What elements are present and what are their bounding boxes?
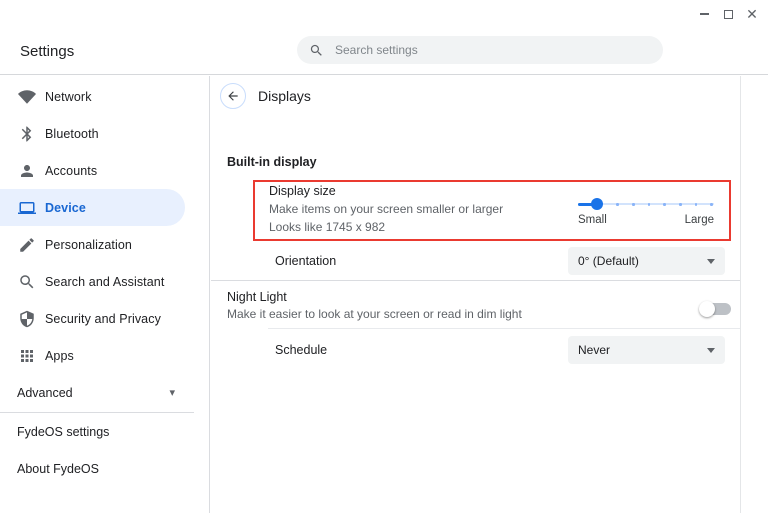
night-light-subtitle: Make it easier to look at your screen or… xyxy=(227,307,522,321)
search-icon xyxy=(309,43,324,58)
back-arrow-icon xyxy=(226,89,240,103)
sidebar-item-label: Personalization xyxy=(45,238,132,252)
app-title: Settings xyxy=(20,43,74,60)
person-icon xyxy=(18,162,36,180)
orientation-label: Orientation xyxy=(275,254,336,268)
slider-tick xyxy=(632,203,635,206)
display-size-detail: Looks like 1745 x 982 xyxy=(269,220,503,234)
sidebar-advanced-toggle[interactable]: Advanced ▾ xyxy=(0,374,209,411)
maximize-button[interactable] xyxy=(716,4,740,24)
display-size-row: Display size Make items on your screen s… xyxy=(269,184,503,234)
close-button[interactable]: ✕ xyxy=(740,4,764,24)
sidebar-item-security-and-privacy[interactable]: Security and Privacy xyxy=(0,300,185,337)
apps-grid-icon xyxy=(18,347,36,365)
content-card-edge xyxy=(740,76,741,513)
sidebar-item-fydeos-settings[interactable]: FydeOS settings xyxy=(0,413,209,450)
section-divider xyxy=(211,280,740,281)
chevron-down-icon xyxy=(707,259,715,264)
sidebar-item-accounts[interactable]: Accounts xyxy=(0,152,185,189)
slider-tick xyxy=(616,203,619,206)
sidebar-item-label: Security and Privacy xyxy=(45,312,161,326)
schedule-value: Never xyxy=(578,343,610,357)
sidebar-item-apps[interactable]: Apps xyxy=(0,337,185,374)
sidebar-item-label: Device xyxy=(45,201,86,215)
night-light-toggle[interactable] xyxy=(699,301,733,317)
advanced-label: Advanced xyxy=(17,386,73,400)
minimize-button[interactable] xyxy=(692,4,716,24)
display-size-slider[interactable] xyxy=(578,196,714,212)
slider-thumb[interactable] xyxy=(591,198,603,210)
sidebar-item-device[interactable]: Device xyxy=(0,189,185,226)
search-placeholder: Search settings xyxy=(335,43,418,57)
wifi-icon xyxy=(18,88,36,106)
slider-tick xyxy=(710,203,713,206)
slider-min-label: Small xyxy=(578,214,607,226)
main-content: Displays Built-in display Display size M… xyxy=(211,76,768,513)
sidebar: Network Bluetooth Accounts Device Person… xyxy=(0,76,210,513)
slider-tick xyxy=(679,203,682,206)
bluetooth-icon xyxy=(18,125,36,143)
display-size-title: Display size xyxy=(269,184,503,198)
slider-max-label: Large xyxy=(685,214,714,226)
page-title: Displays xyxy=(258,88,311,104)
sidebar-item-about-fydeos[interactable]: About FydeOS xyxy=(0,450,209,487)
page-header: Displays xyxy=(220,83,311,109)
header: Settings Search settings ✕ xyxy=(0,0,768,75)
laptop-icon xyxy=(18,199,36,217)
chevron-down-icon: ▾ xyxy=(169,386,175,399)
sidebar-item-label: Bluetooth xyxy=(45,127,99,141)
section-title: Built-in display xyxy=(227,155,317,169)
sidebar-item-label: Apps xyxy=(45,349,74,363)
back-button[interactable] xyxy=(220,83,246,109)
slider-tick xyxy=(648,203,651,206)
slider-tick xyxy=(695,203,698,206)
sidebar-item-bluetooth[interactable]: Bluetooth xyxy=(0,115,185,152)
search-input[interactable]: Search settings xyxy=(297,36,663,64)
orientation-dropdown[interactable]: 0° (Default) xyxy=(568,247,725,275)
slider-tick xyxy=(663,203,666,206)
sidebar-item-label: Network xyxy=(45,90,92,104)
sidebar-item-network[interactable]: Network xyxy=(0,78,185,115)
night-light-title: Night Light xyxy=(227,290,287,304)
sidebar-item-label: Accounts xyxy=(45,164,97,178)
minimize-icon xyxy=(700,13,709,15)
sidebar-item-personalization[interactable]: Personalization xyxy=(0,226,185,263)
sidebar-item-label: Search and Assistant xyxy=(45,275,164,289)
window-controls: ✕ xyxy=(692,4,764,24)
orientation-value: 0° (Default) xyxy=(578,254,639,268)
maximize-icon xyxy=(724,10,733,19)
schedule-dropdown[interactable]: Never xyxy=(568,336,725,364)
schedule-label: Schedule xyxy=(275,343,327,357)
slider-labels: Small Large xyxy=(578,214,714,226)
magnifier-icon xyxy=(18,273,36,291)
sidebar-item-search-and-assistant[interactable]: Search and Assistant xyxy=(0,263,185,300)
row-divider xyxy=(268,328,740,329)
shield-icon xyxy=(18,310,36,328)
close-icon: ✕ xyxy=(746,7,758,21)
toggle-knob xyxy=(699,301,715,317)
display-size-subtitle: Make items on your screen smaller or lar… xyxy=(269,202,503,216)
chevron-down-icon xyxy=(707,348,715,353)
pen-icon xyxy=(18,236,36,254)
